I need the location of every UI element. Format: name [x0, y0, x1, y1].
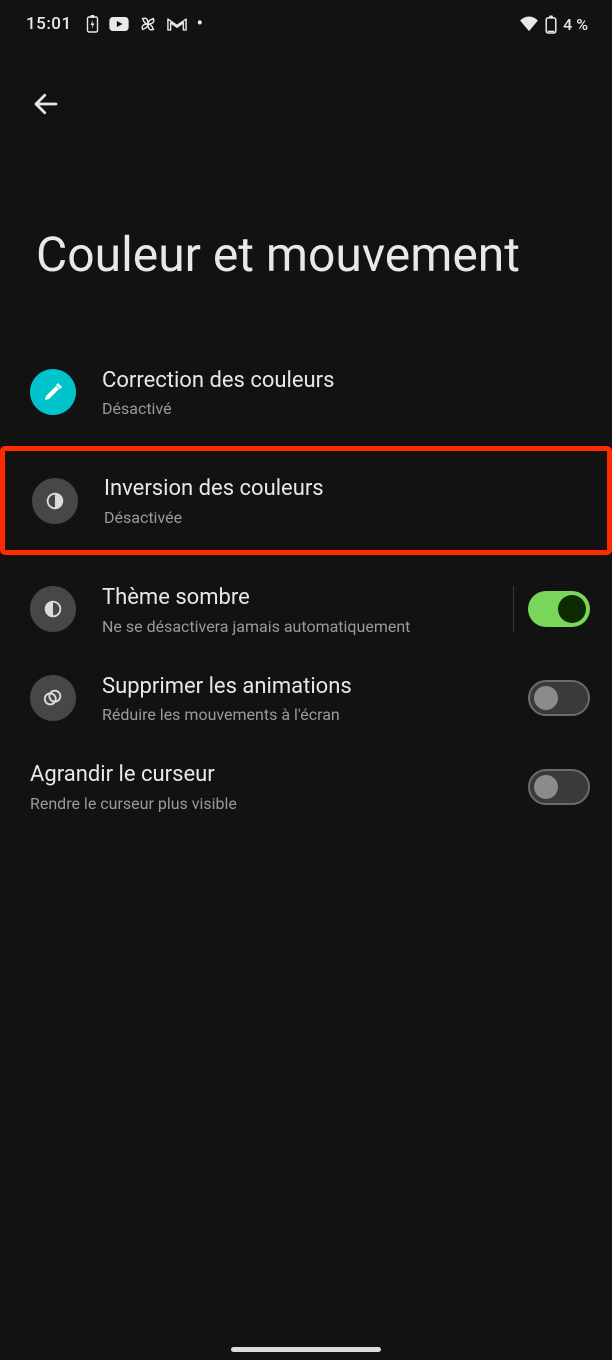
status-time: 15:01 [26, 14, 72, 34]
pinwheel-icon [139, 15, 157, 33]
row-title: Supprimer les animations [102, 672, 528, 702]
gmail-icon [167, 17, 187, 32]
contrast-icon [30, 586, 76, 632]
youtube-icon [109, 17, 129, 31]
row-subtitle: Réduire les mouvements à l'écran [102, 705, 528, 724]
row-text: Agrandir le curseur Rendre le curseur pl… [30, 760, 528, 813]
page-title: Couleur et mouvement [0, 128, 612, 284]
row-subtitle: Ne se désactivera jamais automatiquement [102, 617, 503, 636]
row-remove-animations[interactable]: Supprimer les animations Réduire les mou… [0, 654, 612, 743]
row-subtitle: Rendre le curseur plus visible [30, 794, 528, 813]
status-left: 15:01 • [26, 14, 203, 34]
gesture-handle[interactable] [231, 1347, 381, 1352]
row-dark-theme[interactable]: Thème sombre Ne se désactivera jamais au… [0, 565, 612, 654]
row-text: Correction des couleurs Désactivé [102, 366, 590, 419]
row-title: Thème sombre [102, 583, 503, 613]
row-subtitle: Désactivé [102, 399, 590, 418]
animations-icon [30, 675, 76, 721]
battery-percent: 4 % [563, 15, 588, 34]
row-large-cursor[interactable]: Agrandir le curseur Rendre le curseur pl… [0, 742, 612, 831]
row-color-correction[interactable]: Correction des couleurs Désactivé [0, 348, 612, 437]
row-text: Inversion des couleurs Désactivée [104, 474, 588, 527]
arrow-left-icon [31, 89, 61, 119]
row-color-inversion[interactable]: Inversion des couleurs Désactivée [2, 448, 610, 553]
back-button[interactable] [22, 80, 70, 128]
divider [513, 586, 514, 632]
status-right: 4 % [519, 15, 588, 34]
row-text: Thème sombre Ne se désactivera jamais au… [102, 583, 503, 636]
remove-animations-switch[interactable] [528, 680, 590, 716]
row-subtitle: Désactivée [104, 508, 588, 527]
invert-colors-icon [32, 478, 78, 524]
row-text: Supprimer les animations Réduire les mou… [102, 672, 528, 725]
settings-list: Correction des couleurs Désactivé Invers… [0, 284, 612, 831]
large-cursor-switch[interactable] [528, 769, 590, 805]
wifi-icon [519, 16, 539, 32]
eyedropper-icon [30, 369, 76, 415]
row-title: Inversion des couleurs [104, 474, 588, 504]
status-bar: 15:01 • 4 % [0, 0, 612, 44]
row-title: Agrandir le curseur [30, 760, 528, 790]
battery-charging-icon [86, 15, 99, 33]
more-notifications-dot: • [197, 15, 203, 33]
dark-theme-switch[interactable] [528, 591, 590, 627]
row-title: Correction des couleurs [102, 366, 590, 396]
battery-outline-icon [545, 15, 557, 34]
